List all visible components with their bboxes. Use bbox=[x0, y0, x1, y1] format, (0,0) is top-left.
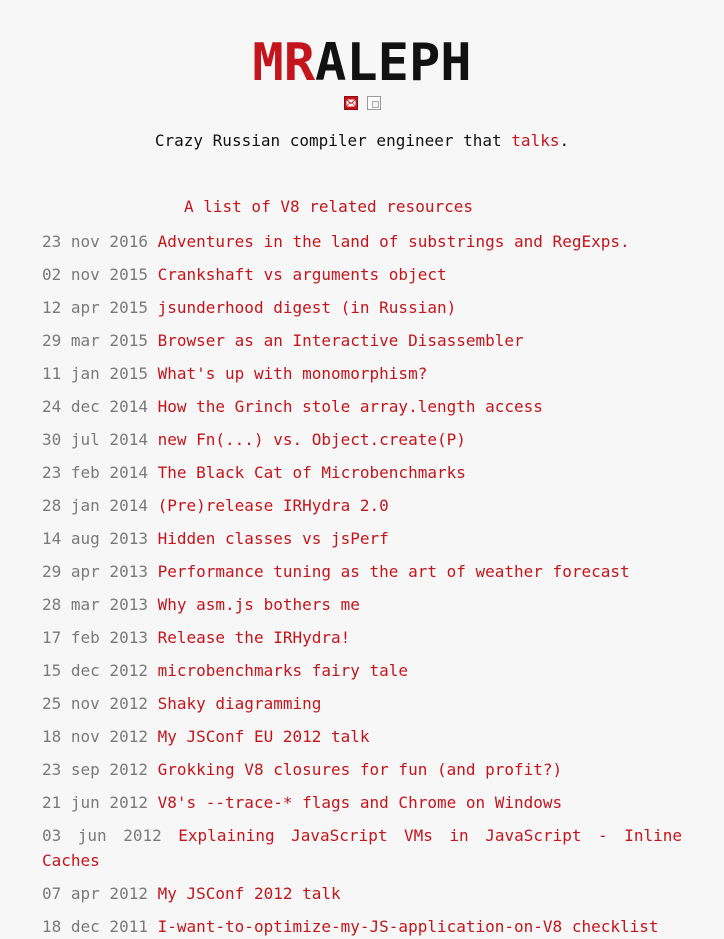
post-date: 29 apr 2013 bbox=[42, 562, 148, 581]
post-date: 23 sep 2012 bbox=[42, 760, 148, 779]
post-list-item: 29 mar 2015 Browser as an Interactive Di… bbox=[42, 328, 682, 353]
post-date: 07 apr 2012 bbox=[42, 884, 148, 903]
post-date: 14 aug 2013 bbox=[42, 529, 148, 548]
post-date: 02 nov 2015 bbox=[42, 265, 148, 284]
post-list-item: 25 nov 2012 Shaky diagramming bbox=[42, 691, 682, 716]
post-list-item: 14 aug 2013 Hidden classes vs jsPerf bbox=[42, 526, 682, 551]
post-list-item: 07 apr 2012 My JSConf 2012 talk bbox=[42, 881, 682, 906]
post-title-link[interactable]: Release the IRHydra! bbox=[158, 628, 351, 647]
tagline-suffix: . bbox=[559, 131, 570, 150]
post-list: 23 nov 2016 Adventures in the land of su… bbox=[0, 229, 724, 939]
post-title-link[interactable]: Shaky diagramming bbox=[158, 694, 322, 713]
mail-icon[interactable] bbox=[343, 96, 358, 110]
post-date: 12 apr 2015 bbox=[42, 298, 148, 317]
post-title-link[interactable]: (Pre)release IRHydra 2.0 bbox=[158, 496, 389, 515]
tagline: Crazy Russian compiler engineer that tal… bbox=[0, 131, 724, 151]
post-date: 23 feb 2014 bbox=[42, 463, 148, 482]
page-icon[interactable] bbox=[366, 96, 381, 110]
post-date: 24 dec 2014 bbox=[42, 397, 148, 416]
post-list-item: 21 jun 2012 V8's --trace-* flags and Chr… bbox=[42, 790, 682, 815]
talks-link[interactable]: talks bbox=[511, 131, 559, 150]
post-date: 28 mar 2013 bbox=[42, 595, 148, 614]
post-list-item: 03 jun 2012 Explaining JavaScript VMs in… bbox=[42, 823, 682, 873]
post-list-item: 02 nov 2015 Crankshaft vs arguments obje… bbox=[42, 262, 682, 287]
post-date: 30 jul 2014 bbox=[42, 430, 148, 449]
post-title-link[interactable]: Why asm.js bothers me bbox=[158, 595, 360, 614]
post-list-item: 28 mar 2013 Why asm.js bothers me bbox=[42, 592, 682, 617]
post-list-item: 23 feb 2014 The Black Cat of Microbenchm… bbox=[42, 460, 682, 485]
post-list-item: 30 jul 2014 new Fn(...) vs. Object.creat… bbox=[42, 427, 682, 452]
post-list-item: 29 apr 2013 Performance tuning as the ar… bbox=[42, 559, 682, 584]
post-date: 11 jan 2015 bbox=[42, 364, 148, 383]
post-title-link[interactable]: new Fn(...) vs. Object.create(P) bbox=[158, 430, 466, 449]
post-title-link[interactable]: My JSConf EU 2012 talk bbox=[158, 727, 370, 746]
site-logo[interactable]: MRALEPH bbox=[0, 34, 724, 92]
post-title-link[interactable]: Crankshaft vs arguments object bbox=[158, 265, 447, 284]
post-date: 17 feb 2013 bbox=[42, 628, 148, 647]
post-date: 23 nov 2016 bbox=[42, 232, 148, 251]
post-title-link[interactable]: I-want-to-optimize-my-JS-application-on-… bbox=[158, 917, 659, 936]
post-date: 25 nov 2012 bbox=[42, 694, 148, 713]
post-list-item: 23 sep 2012 Grokking V8 closures for fun… bbox=[42, 757, 682, 782]
logo-red-part: MR bbox=[252, 33, 316, 93]
post-date: 28 jan 2014 bbox=[42, 496, 148, 515]
post-title-link[interactable]: Hidden classes vs jsPerf bbox=[158, 529, 389, 548]
post-title-link[interactable]: Grokking V8 closures for fun (and profit… bbox=[158, 760, 563, 779]
post-list-item: 17 feb 2013 Release the IRHydra! bbox=[42, 625, 682, 650]
post-title-link[interactable]: Performance tuning as the art of weather… bbox=[158, 562, 630, 581]
post-title-link[interactable]: The Black Cat of Microbenchmarks bbox=[158, 463, 466, 482]
post-date: 29 mar 2015 bbox=[42, 331, 148, 350]
resources-section: A list of V8 related resources bbox=[184, 197, 724, 217]
post-list-item: 23 nov 2016 Adventures in the land of su… bbox=[42, 229, 682, 254]
post-list-item: 24 dec 2014 How the Grinch stole array.l… bbox=[42, 394, 682, 419]
post-date: 03 jun 2012 bbox=[42, 826, 162, 845]
post-date: 21 jun 2012 bbox=[42, 793, 148, 812]
post-list-item: 18 dec 2011 I-want-to-optimize-my-JS-app… bbox=[42, 914, 682, 939]
site-header: MRALEPH bbox=[0, 0, 724, 112]
post-title-link[interactable]: My JSConf 2012 talk bbox=[158, 884, 341, 903]
post-list-item: 18 nov 2012 My JSConf EU 2012 talk bbox=[42, 724, 682, 749]
post-title-link[interactable]: Adventures in the land of substrings and… bbox=[158, 232, 630, 251]
post-title-link[interactable]: How the Grinch stole array.length access bbox=[158, 397, 543, 416]
post-date: 18 dec 2011 bbox=[42, 917, 148, 936]
tagline-text: Crazy Russian compiler engineer that bbox=[154, 131, 512, 150]
contact-icons bbox=[0, 96, 724, 112]
post-list-item: 12 apr 2015 jsunderhood digest (in Russi… bbox=[42, 295, 682, 320]
post-list-item: 15 dec 2012 microbenchmarks fairy tale bbox=[42, 658, 682, 683]
post-list-item: 11 jan 2015 What's up with monomorphism? bbox=[42, 361, 682, 386]
post-title-link[interactable]: jsunderhood digest (in Russian) bbox=[158, 298, 457, 317]
post-title-link[interactable]: Browser as an Interactive Disassembler bbox=[158, 331, 524, 350]
logo-black-part: ALEPH bbox=[315, 33, 472, 93]
post-title-link[interactable]: What's up with monomorphism? bbox=[158, 364, 428, 383]
v8-resources-link[interactable]: A list of V8 related resources bbox=[184, 197, 473, 216]
post-title-link[interactable]: V8's --trace-* flags and Chrome on Windo… bbox=[158, 793, 563, 812]
post-date: 18 nov 2012 bbox=[42, 727, 148, 746]
post-title-link[interactable]: microbenchmarks fairy tale bbox=[158, 661, 408, 680]
post-list-item: 28 jan 2014 (Pre)release IRHydra 2.0 bbox=[42, 493, 682, 518]
post-date: 15 dec 2012 bbox=[42, 661, 148, 680]
